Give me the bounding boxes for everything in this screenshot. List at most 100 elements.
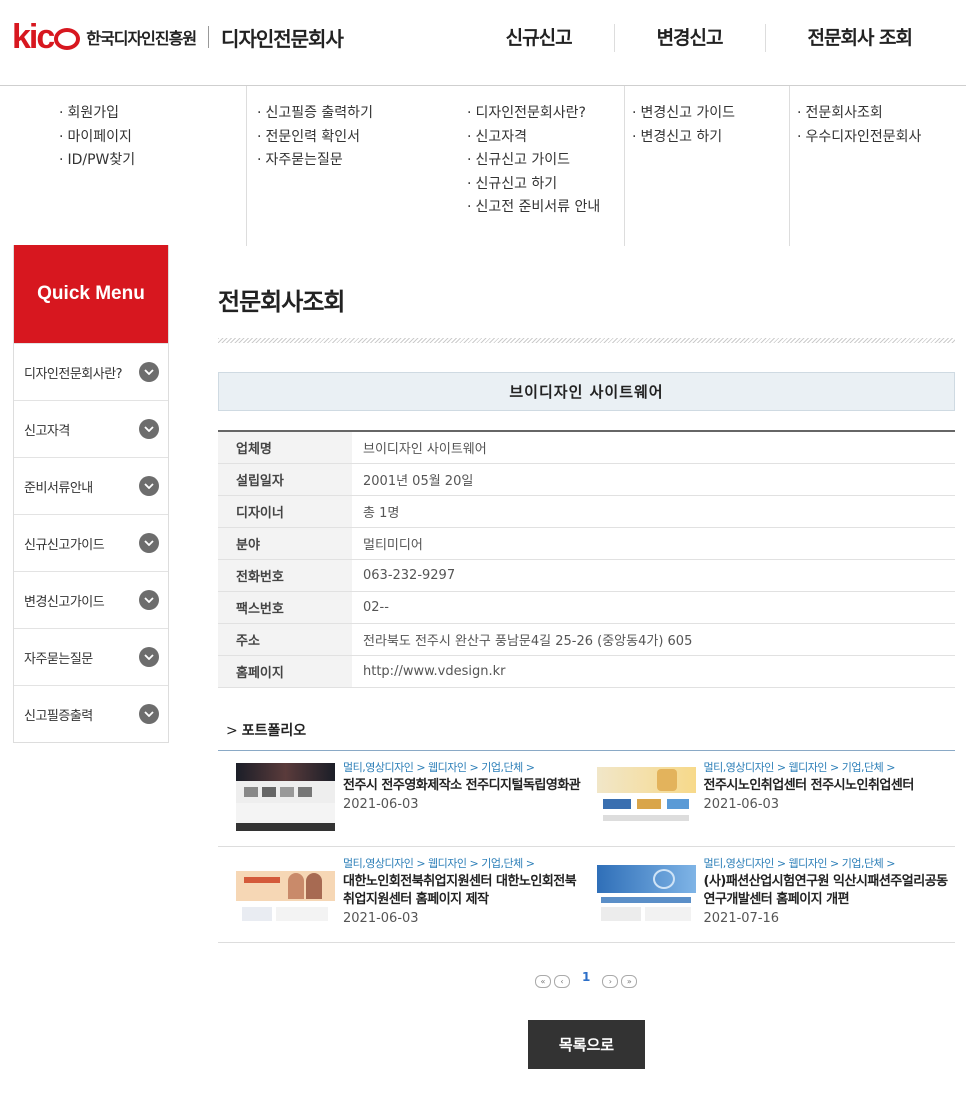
chevron-down-icon [139,533,159,553]
menu-what-is[interactable]: 디자인전문회사란? [467,102,624,126]
menu-faq[interactable]: 자주묻는질문 [257,149,373,173]
chevron-right-icon: > [226,723,238,739]
portfolio-item[interactable]: 멀티,영상디자인 > 웹디자인 > 기업,단체 > 전주시 전주영화제작소 전주… [218,751,587,846]
table-row: 설립일자 2001년 05월 20일 [218,463,955,495]
menu-staff-cert[interactable]: 전문인력 확인서 [257,126,373,150]
table-row: 주소 전라북도 전주시 완산구 풍남문4길 25-26 (중앙동4가) 605 [218,623,955,655]
mega-col-change: 변경신고 가이드 변경신고 하기 [632,86,790,246]
table-row: 팩스번호 02-- [218,591,955,623]
row-label: 팩스번호 [218,591,352,623]
menu-find-id[interactable]: ID/PW찾기 [59,149,135,173]
quick-item-docs[interactable]: 준비서류안내 [14,457,168,514]
homepage-link[interactable]: http://www.vdesign.kr [352,655,955,687]
quick-item-label: 변경신고가이드 [24,594,105,610]
portfolio-category: 멀티,영상디자인 > 웹디자인 > 기업,단체 > [703,857,896,870]
company-name-banner: 브이디자인 사이트웨어 [218,372,955,411]
portfolio-title: 포트폴리오 [241,723,307,739]
row-value: 063-232-9297 [363,567,456,583]
table-row: 업체명 브이디자인 사이트웨어 [218,431,955,463]
quick-item-new-guide[interactable]: 신규신고가이드 [14,514,168,571]
chevron-down-icon [139,647,159,667]
portfolio-date: 2021-06-03 [343,911,419,926]
row-value: 멀티미디어 [363,537,423,553]
menu-change-report[interactable]: 변경신고 하기 [632,126,789,150]
portfolio-thumbnail[interactable] [596,859,696,927]
prev-page-button[interactable]: ‹ [554,974,570,988]
portfolio-thumbnail[interactable] [236,859,335,927]
chevron-down-icon [139,704,159,724]
quick-item-change-guide[interactable]: 변경신고가이드 [14,571,168,628]
row-value: 02-- [363,599,389,615]
portfolio-name[interactable]: 전주시 전주영화제작소 전주디지털독립영화관 [343,777,587,795]
row-value: 총 1명 [363,505,400,521]
quick-item-what-is[interactable]: 디자인전문회사란? [14,343,168,400]
chevron-down-icon [139,590,159,610]
last-page-button[interactable]: » [621,974,638,988]
row-label: 설립일자 [218,463,352,495]
menu-new-guide[interactable]: 신규신고 가이드 [467,149,624,173]
quick-item-label: 디자인전문회사란? [24,366,123,382]
menu-signup[interactable]: 회원가입 [59,102,135,126]
nav-company-search[interactable]: 전문회사 조회 [764,24,955,52]
quick-item-print-cert[interactable]: 신고필증출력 [14,685,168,742]
portfolio-item[interactable]: 멀티,영상디자인 > 웹디자인 > 기업,단체 > (사)패션산업시험연구원 익… [587,847,956,942]
page-number-current[interactable]: 1 [582,970,590,984]
pagination: « ‹ 1 › » [535,970,638,988]
quick-item-label: 준비서류안내 [24,480,93,496]
quick-item-label: 신고필증출력 [24,708,93,724]
menu-company-search[interactable]: 전문회사조회 [797,102,921,126]
portfolio-row: 멀티,영상디자인 > 웹디자인 > 기업,단체 > 대한노인회전북취업지원센터 … [218,847,955,943]
menu-excellent-company[interactable]: 우수디자인전문회사 [797,126,921,150]
chevron-down-icon [139,476,159,496]
portfolio-name[interactable]: 대한노인회전북취업지원센터 대한노인회전북취업지원센터 홈페이지 제작 [343,873,587,909]
row-value: 2001년 05월 20일 [363,473,474,489]
portfolio-name[interactable]: (사)패션산업시험연구원 익산시패션주얼리공동연구개발센터 홈페이지 개편 [704,873,956,909]
portfolio-thumbnail[interactable] [236,763,335,831]
org-name: 한국디자인진흥원 [86,29,197,48]
company-info-table: 업체명 브이디자인 사이트웨어 설립일자 2001년 05월 20일 디자이너 총 1… [218,430,955,688]
back-to-list-button[interactable]: 목록으로 [528,1020,645,1069]
row-label: 업체명 [218,431,352,463]
kidp-logo-mark: ki c [12,20,81,54]
quick-item-qualification[interactable]: 신고자격 [14,400,168,457]
portfolio-category: 멀티,영상디자인 > 웹디자인 > 기업,단체 > [703,761,896,774]
mega-col-member: 회원가입 마이페이지 ID/PW찾기 [59,86,135,246]
portfolio-date: 2021-06-03 [343,797,419,812]
chevron-down-icon [139,419,159,439]
row-value: 브이디자인 사이트웨어 [363,441,487,457]
nav-change-report[interactable]: 변경신고 [613,24,765,52]
quick-item-label: 자주묻는질문 [24,651,93,667]
portfolio-date: 2021-06-03 [703,797,780,812]
menu-new-report[interactable]: 신규신고 하기 [467,173,624,197]
row-label: 주소 [218,623,352,655]
site-header: ki c 한국디자인진흥원 디자인전문회사 신규신고 변경신고 전문회사 조회 [0,0,966,86]
menu-qualification[interactable]: 신고자격 [467,126,624,150]
logo-divider [208,26,210,48]
table-row: 디자이너 총 1명 [218,495,955,527]
mega-menu: 회원가입 마이페이지 ID/PW찾기 신고필증 출력하기 전문인력 확인서 자주… [12,86,955,246]
portfolio-heading: > 포트폴리오 [226,720,306,740]
table-row: 분야 멀티미디어 [218,527,955,559]
mega-col-new: 디자인전문회사란? 신고자격 신규신고 가이드 신규신고 하기 신고전 준비서류… [467,86,625,246]
portfolio-item[interactable]: 멀티,영상디자인 > 웹디자인 > 기업,단체 > 전주시노인취업센터 전주시노… [587,751,956,846]
portfolio-category: 멀티,영상디자인 > 웹디자인 > 기업,단체 > [343,857,535,870]
quick-item-label: 신고자격 [24,423,70,439]
site-name: 디자인전문회사 [221,26,344,51]
portfolio-item[interactable]: 멀티,영상디자인 > 웹디자인 > 기업,단체 > 대한노인회전북취업지원센터 … [218,847,587,942]
menu-print-cert[interactable]: 신고필증 출력하기 [257,102,373,126]
table-row: 홈페이지 http://www.vdesign.kr [218,655,955,687]
menu-change-guide[interactable]: 변경신고 가이드 [632,102,789,126]
portfolio-name[interactable]: 전주시노인취업센터 전주시노인취업센터 [704,777,956,795]
logo[interactable]: ki c 한국디자인진흥원 디자인전문회사 [12,20,344,54]
menu-mypage[interactable]: 마이페이지 [59,126,135,150]
row-value: 전라북도 전주시 완산구 풍남문4길 25-26 (중앙동4가) 605 [363,633,693,649]
main-nav: 신규신고 변경신고 전문회사 조회 [464,24,954,52]
portfolio-thumbnail[interactable] [596,763,696,831]
menu-docs-guide[interactable]: 신고전 준비서류 안내 [467,196,624,220]
row-label: 디자이너 [218,495,352,527]
nav-new-report[interactable]: 신규신고 [464,24,614,52]
next-page-button[interactable]: › [602,974,619,988]
first-page-button[interactable]: « [535,974,551,988]
quick-item-faq[interactable]: 자주묻는질문 [14,628,168,685]
title-divider [218,338,955,343]
